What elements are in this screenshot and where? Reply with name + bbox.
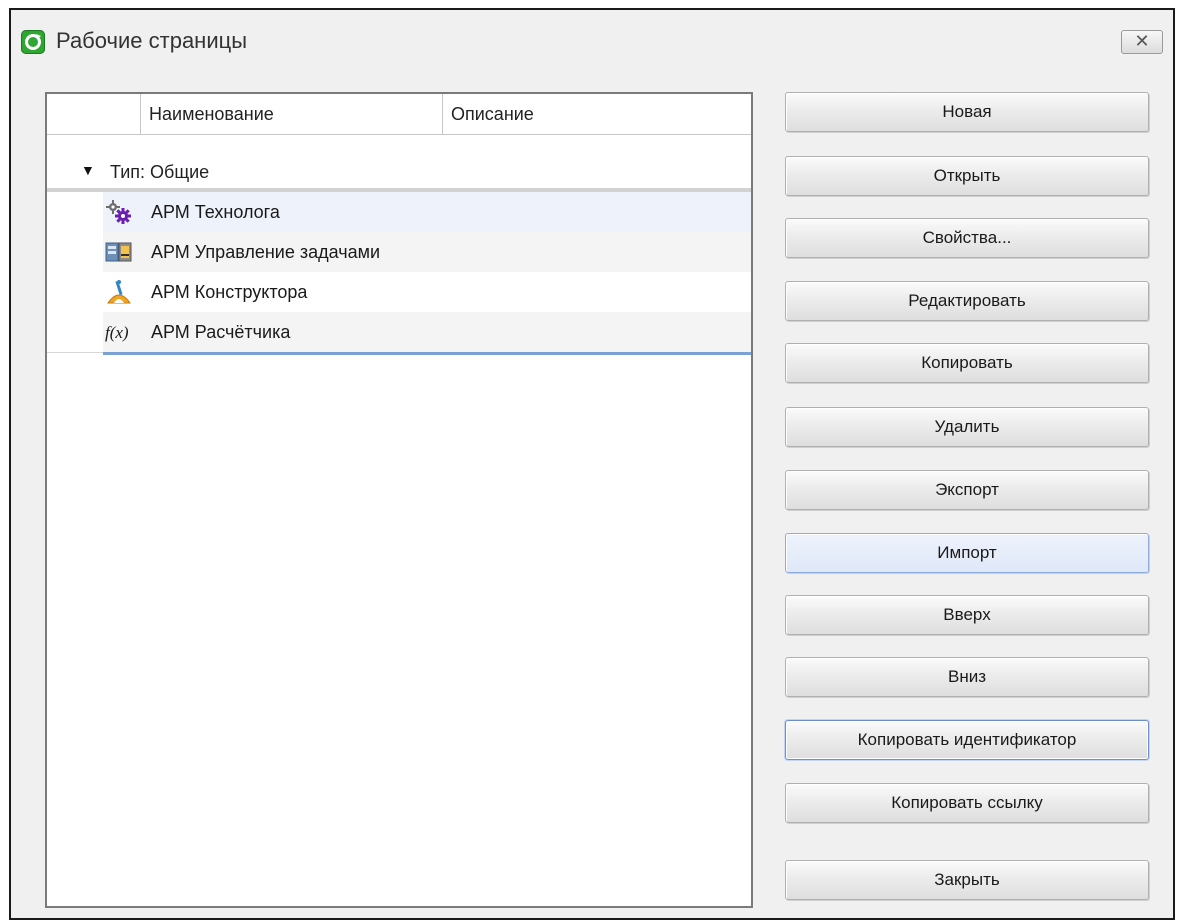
window-title: Рабочие страницы [56, 28, 248, 53]
list-item[interactable]: АРМ Технолога [103, 192, 751, 232]
expand-arrow-icon[interactable]: ▼ [81, 162, 95, 178]
list-item[interactable]: f(x) АРМ Расчётчика [103, 312, 751, 352]
task-manager-icon [105, 239, 133, 265]
copy-id-button[interactable]: Копировать идентификатор [785, 720, 1149, 760]
list-item-label: АРМ Технолога [151, 202, 280, 222]
copy-button[interactable]: Копировать [785, 343, 1149, 383]
list-item[interactable]: АРМ Конструктора [103, 272, 751, 312]
export-button[interactable]: Экспорт [785, 470, 1149, 510]
list-item-label: АРМ Расчётчика [151, 322, 291, 342]
copy-link-button[interactable]: Копировать ссылку [785, 783, 1149, 823]
title-bar: Рабочие страницы ✕ [11, 10, 1173, 72]
list-item-label: АРМ Конструктора [151, 282, 308, 302]
gears-icon [105, 199, 133, 225]
list-item-label: АРМ Управление задачами [151, 242, 381, 262]
column-header-icon[interactable] [47, 94, 141, 134]
column-header-description[interactable]: Описание [443, 94, 743, 134]
properties-button[interactable]: Свойства... [785, 218, 1149, 258]
open-button[interactable]: Открыть [785, 156, 1149, 196]
row-separator [47, 352, 103, 353]
list-item[interactable]: АРМ Управление задачами [103, 232, 751, 272]
app-logo-icon [21, 30, 45, 54]
group-row-general[interactable]: ▼ Тип: Общие [47, 158, 751, 192]
close-window-button[interactable]: ✕ [1121, 30, 1163, 54]
selection-underline [103, 352, 751, 355]
close-icon: ✕ [1134, 31, 1150, 51]
column-header-name[interactable]: Наименование [141, 94, 443, 134]
drafting-compass-icon [105, 279, 133, 305]
pages-list[interactable]: Наименование Описание ▼ Тип: Общие АРМ Т… [45, 92, 753, 908]
svg-text:f(x): f(x) [105, 323, 129, 342]
import-button[interactable]: Импорт [785, 533, 1149, 573]
edit-button[interactable]: Редактировать [785, 281, 1149, 321]
new-button[interactable]: Новая [785, 92, 1149, 132]
move-down-button[interactable]: Вниз [785, 657, 1149, 697]
function-fx-icon: f(x) [105, 319, 133, 345]
list-header: Наименование Описание [47, 94, 751, 135]
move-up-button[interactable]: Вверх [785, 595, 1149, 635]
close-button[interactable]: Закрыть [785, 860, 1149, 900]
work-pages-dialog: Рабочие страницы ✕ Наименование Описание… [9, 8, 1175, 920]
delete-button[interactable]: Удалить [785, 407, 1149, 447]
group-label: Тип: Общие [110, 162, 210, 182]
